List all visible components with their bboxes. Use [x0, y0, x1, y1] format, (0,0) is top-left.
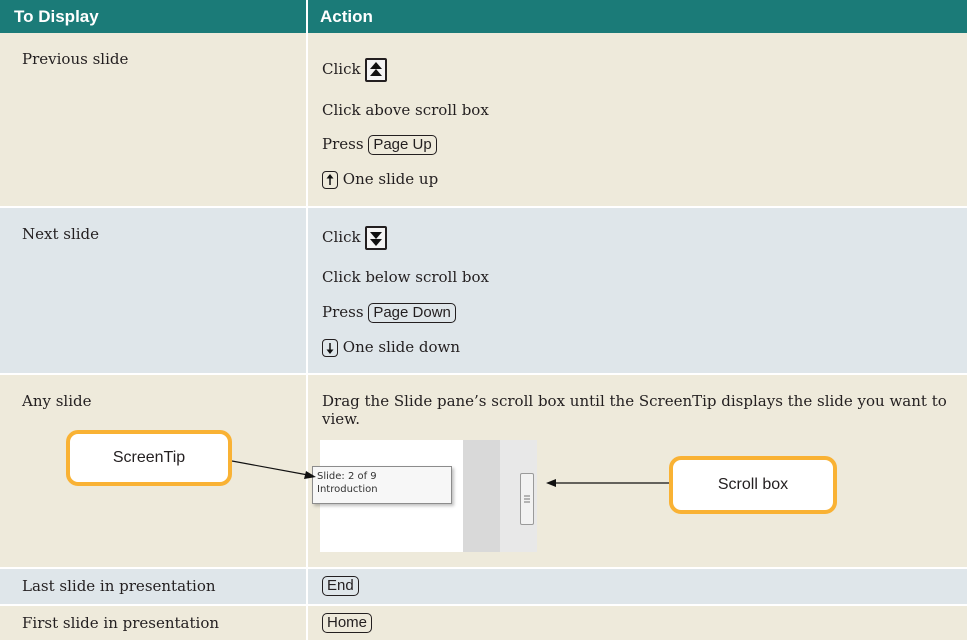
page-down-key[interactable]: Page Down	[368, 303, 456, 323]
column-divider	[306, 0, 308, 640]
first-action: Home	[322, 613, 373, 633]
double-down-arrow-icon[interactable]	[365, 226, 388, 250]
prev-one-slide-up-text: One slide up	[342, 170, 439, 188]
row-previous-slide	[0, 33, 967, 206]
label-any-slide: Any slide	[22, 392, 92, 410]
next-action-click: Click	[322, 226, 388, 250]
prev-click-text: Click	[322, 60, 361, 78]
up-arrow-key-icon[interactable]	[322, 171, 338, 189]
down-arrow-key-icon[interactable]	[322, 339, 338, 357]
next-action-press: Press Page Down	[322, 303, 456, 323]
screentip-callout: ScreenTip	[66, 430, 232, 486]
next-action-below: Click below scroll box	[322, 268, 489, 286]
double-up-arrow-icon[interactable]	[365, 58, 388, 82]
page-up-key[interactable]: Page Up	[368, 135, 437, 155]
row-next-slide	[0, 208, 967, 373]
next-press-text: Press	[322, 303, 364, 321]
any-action-drag: Drag the Slide pane’s scroll box until t…	[322, 392, 947, 428]
header-action: Action	[320, 7, 373, 26]
label-previous-slide: Previous slide	[22, 50, 129, 68]
screentip-slide-number: Slide: 2 of 9	[317, 471, 377, 482]
scroll-box[interactable]	[520, 473, 534, 525]
prev-action-click: Click	[322, 58, 388, 82]
label-next-slide: Next slide	[22, 225, 100, 243]
last-action: End	[322, 576, 359, 596]
label-last-slide: Last slide in presentation	[22, 577, 216, 595]
prev-press-text: Press	[322, 135, 364, 153]
home-key[interactable]: Home	[322, 613, 373, 633]
screentip-slide-title: Introduction	[317, 484, 378, 495]
prev-action-above: Click above scroll box	[322, 101, 489, 119]
screentip-popup: Slide: 2 of 9 Introduction	[312, 466, 452, 504]
next-action-arrow: One slide down	[322, 338, 460, 357]
prev-action-arrow: One slide up	[322, 170, 438, 189]
scroll-box-callout: Scroll box	[669, 456, 837, 514]
label-first-slide: First slide in presentation	[22, 614, 220, 632]
next-click-text: Click	[322, 228, 361, 246]
prev-action-press: Press Page Up	[322, 135, 437, 155]
table-header: To Display Action	[0, 0, 967, 33]
end-key[interactable]: End	[322, 576, 359, 596]
next-one-slide-down-text: One slide down	[342, 338, 461, 356]
header-to-display: To Display	[14, 7, 99, 26]
